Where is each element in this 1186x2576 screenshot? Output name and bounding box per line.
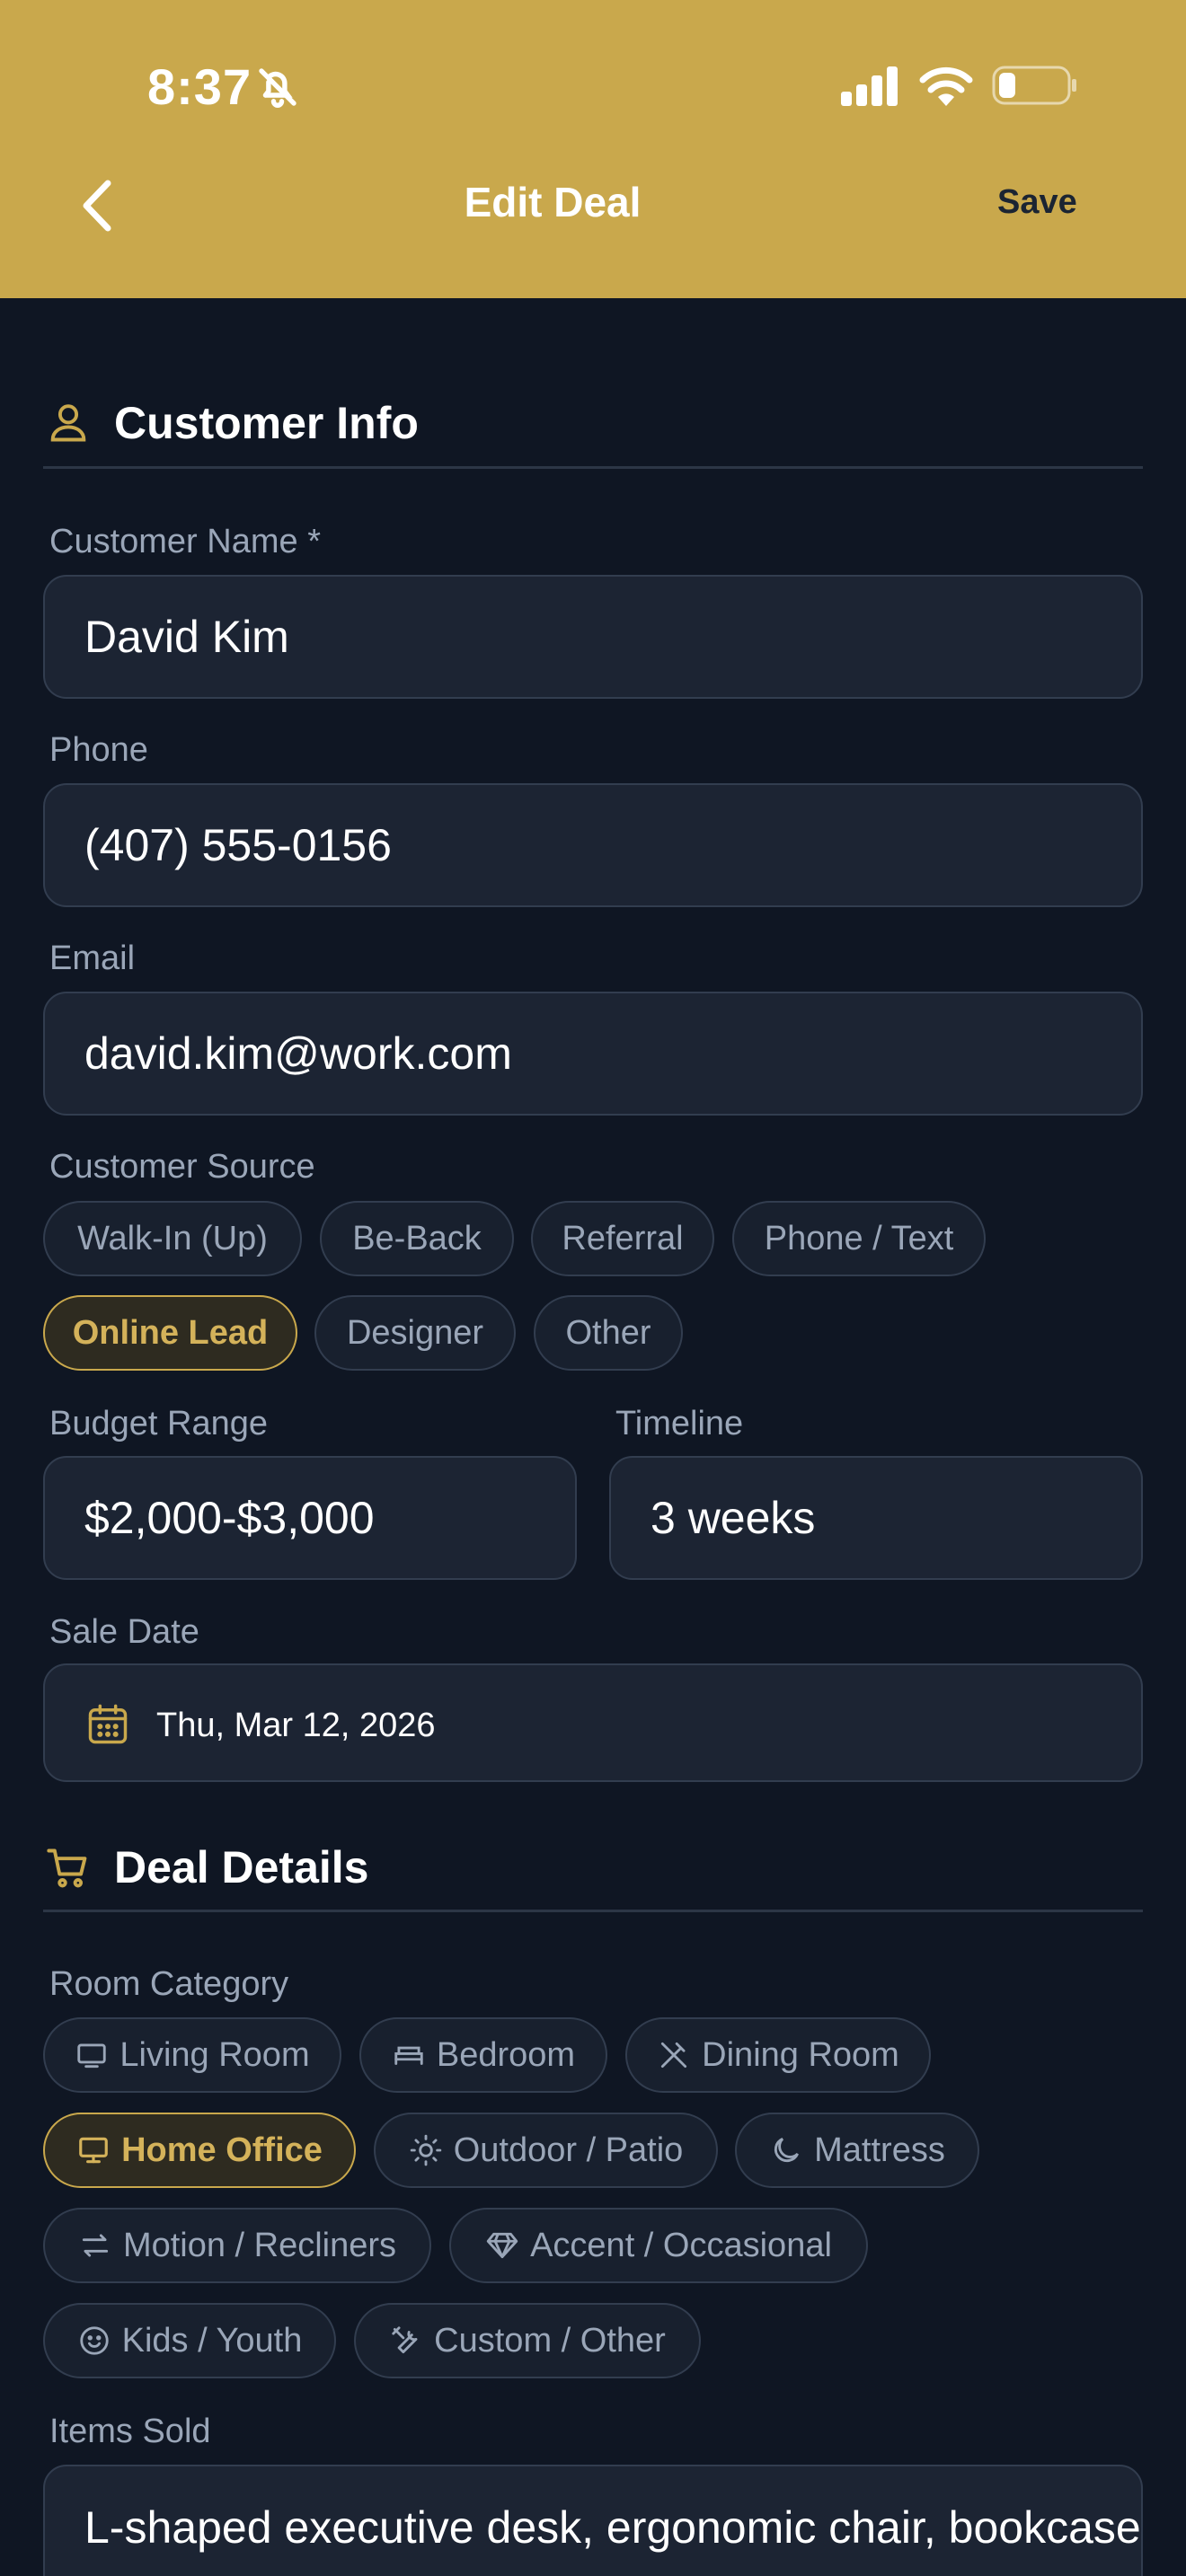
chip-label: Kids / Youth bbox=[121, 2321, 303, 2360]
section-divider bbox=[43, 1910, 1143, 1912]
sun-icon bbox=[410, 2134, 441, 2166]
room-chip-dining-room[interactable]: Dining Room bbox=[625, 2017, 931, 2093]
room-chip-living-room[interactable]: Living Room bbox=[43, 2017, 341, 2093]
sale-date-label: Sale Date bbox=[49, 1613, 199, 1651]
section-title-customer-info: Customer Info bbox=[114, 398, 419, 448]
save-button[interactable]: Save bbox=[997, 183, 1077, 222]
room-chip-kids-youth[interactable]: Kids / Youth bbox=[43, 2303, 336, 2378]
room-chip-motion-recliners[interactable]: Motion / Recliners bbox=[43, 2208, 431, 2283]
room-chip-home-office[interactable]: Home Office bbox=[43, 2113, 356, 2188]
smile-icon bbox=[79, 2326, 109, 2355]
source-chip-referral[interactable]: Referral bbox=[531, 1201, 714, 1276]
app-header: 8:37 Edit Deal Save bbox=[0, 0, 1186, 298]
sale-date-value: Thu, Mar 12, 2026 bbox=[156, 1707, 436, 1744]
chip-label: Custom / Other bbox=[434, 2321, 666, 2360]
phone-input[interactable]: (407) 555-0156 bbox=[43, 783, 1143, 907]
utensils-icon bbox=[661, 2042, 687, 2069]
budget-range-label: Budget Range bbox=[49, 1405, 268, 1442]
source-chip-online-lead[interactable]: Online Lead bbox=[43, 1295, 297, 1371]
wifi-icon bbox=[919, 66, 973, 106]
user-icon bbox=[50, 404, 86, 442]
source-chip-be-back[interactable]: Be-Back bbox=[320, 1201, 514, 1276]
customer-name-input[interactable]: David Kim bbox=[43, 575, 1143, 699]
battery-icon bbox=[992, 66, 1076, 105]
room-chip-custom-other[interactable]: Custom / Other bbox=[354, 2303, 701, 2378]
arrows-icon bbox=[82, 2234, 109, 2257]
bell-slash-icon bbox=[259, 68, 296, 108]
section-divider bbox=[43, 466, 1143, 469]
chip-label: Outdoor / Patio bbox=[453, 2130, 684, 2169]
customer-source-label: Customer Source bbox=[49, 1148, 315, 1186]
timeline-label: Timeline bbox=[615, 1405, 744, 1442]
room-chip-accent-occasional[interactable]: Accent / Occasional bbox=[449, 2208, 868, 2283]
email-input[interactable]: david.kim@work.com bbox=[43, 992, 1143, 1116]
room-chip-mattress[interactable]: Mattress bbox=[735, 2113, 979, 2188]
moon-icon bbox=[774, 2138, 800, 2163]
sale-date-picker[interactable]: Thu, Mar 12, 2026 bbox=[43, 1663, 1143, 1782]
gem-icon bbox=[486, 2232, 518, 2259]
source-chip-phone-text[interactable]: Phone / Text bbox=[732, 1201, 986, 1276]
calendar-icon bbox=[88, 1704, 128, 1744]
room-category-label: Room Category bbox=[49, 1965, 289, 2003]
page-title: Edit Deal bbox=[464, 179, 642, 225]
cellular-signal-icon bbox=[841, 66, 898, 106]
email-label: Email bbox=[49, 940, 136, 977]
bed-icon bbox=[394, 2046, 423, 2065]
section-title-deal-details: Deal Details bbox=[114, 1842, 369, 1892]
room-chip-outdoor-patio[interactable]: Outdoor / Patio bbox=[374, 2113, 718, 2188]
cart-icon bbox=[47, 1848, 87, 1888]
status-time: 8:37 bbox=[147, 58, 252, 115]
timeline-input[interactable]: 3 weeks bbox=[609, 1456, 1143, 1580]
source-chip-other[interactable]: Other bbox=[534, 1295, 683, 1371]
tools-icon bbox=[392, 2326, 418, 2354]
chip-label: Living Room bbox=[119, 2035, 310, 2074]
chip-label: Dining Room bbox=[702, 2035, 899, 2074]
chip-label: Bedroom bbox=[436, 2035, 576, 2074]
items-sold-textarea[interactable]: L-shaped executive desk, ergonomic chair… bbox=[43, 2465, 1143, 2576]
phone-label: Phone bbox=[49, 731, 148, 769]
items-sold-label: Items Sold bbox=[49, 2413, 211, 2450]
monitor-icon bbox=[79, 2137, 108, 2164]
chip-label: Mattress bbox=[814, 2130, 945, 2169]
chip-label: Motion / Recliners bbox=[122, 2226, 397, 2264]
source-chip-designer[interactable]: Designer bbox=[314, 1295, 516, 1371]
source-chip-walk-in[interactable]: Walk-In (Up) bbox=[43, 1201, 302, 1276]
tv-icon bbox=[77, 2043, 107, 2069]
customer-name-label: Customer Name * bbox=[49, 523, 321, 560]
room-chip-bedroom[interactable]: Bedroom bbox=[359, 2017, 607, 2093]
budget-range-input[interactable]: $2,000-$3,000 bbox=[43, 1456, 577, 1580]
chip-label: Home Office bbox=[121, 2130, 323, 2169]
chip-label: Accent / Occasional bbox=[530, 2226, 832, 2264]
